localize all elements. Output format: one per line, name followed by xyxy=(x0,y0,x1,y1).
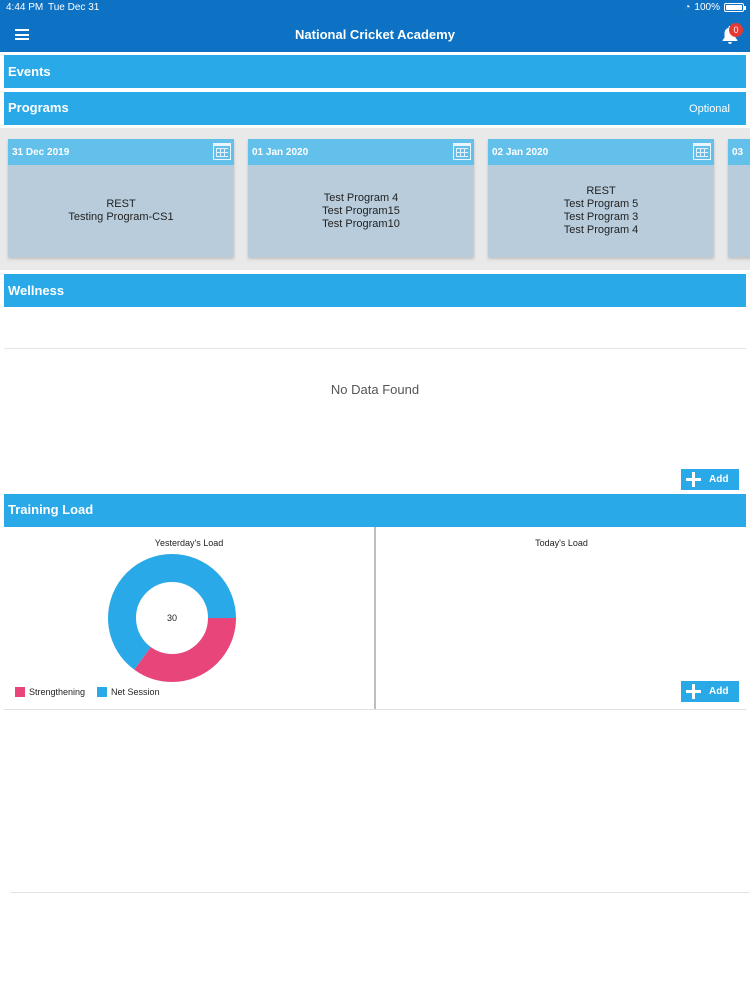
program-items: REST Test Program 5 Test Program 3 Test … xyxy=(488,165,714,257)
programs-carousel[interactable]: 31 Dec 2019 REST Testing Program-CS1 01 … xyxy=(0,128,750,270)
plus-icon xyxy=(686,472,701,487)
program-item: Test Program15 xyxy=(322,204,400,217)
calendar-icon[interactable] xyxy=(453,143,471,160)
yesterday-load-panel: Yesterday's Load 30 Strengthening Net Se… xyxy=(4,527,374,709)
notification-badge: 0 xyxy=(729,23,743,37)
program-item: Test Program 5 xyxy=(563,198,639,210)
program-item: REST xyxy=(106,198,136,210)
training-load-bottom-divider xyxy=(4,709,746,710)
program-card[interactable]: 03 xyxy=(728,139,750,257)
status-right: ◔ 100% xyxy=(684,2,746,13)
program-card-header: 01 Jan 2020 xyxy=(248,139,474,165)
app-title: National Cricket Academy xyxy=(295,27,455,42)
wellness-divider xyxy=(4,348,746,349)
program-items: REST Testing Program-CS1 xyxy=(8,165,234,257)
program-card-header: 03 xyxy=(728,139,750,165)
add-button-label: Add xyxy=(709,686,729,697)
legend-label: Strengthening xyxy=(29,687,86,697)
wellness-content xyxy=(4,310,746,494)
panel-separator xyxy=(374,527,376,709)
plus-icon xyxy=(686,684,701,699)
notification-bell-icon[interactable]: 0 xyxy=(719,23,743,46)
wellness-add-button[interactable]: Add xyxy=(681,469,739,490)
program-items xyxy=(728,165,750,257)
donut-center-value: 30 xyxy=(167,613,177,623)
battery-percent: 100% xyxy=(694,2,720,13)
status-time: 4:44 PM xyxy=(6,2,44,13)
legend-swatch xyxy=(97,687,108,697)
status-bar: 4:44 PM Tue Dec 31 ◔ 100% xyxy=(0,0,750,16)
legend-label: Net Session xyxy=(111,687,160,697)
app-bar: National Cricket Academy 0 xyxy=(0,16,750,52)
wellness-empty-message: No Data Found xyxy=(330,382,420,397)
program-card-header: 31 Dec 2019 xyxy=(8,139,234,165)
wellness-title: Wellness xyxy=(8,283,65,298)
program-item: Test Program 4 xyxy=(563,224,639,236)
legend-item-net-session: Net Session xyxy=(97,687,160,697)
events-title: Events xyxy=(8,64,51,79)
program-date: 03 xyxy=(732,147,744,158)
chart-legend: Strengthening Net Session xyxy=(15,687,160,697)
program-item: REST xyxy=(586,185,616,197)
program-item: Test Program 4 xyxy=(323,191,399,204)
page-bottom-divider xyxy=(10,892,750,893)
events-section-header[interactable]: Events xyxy=(4,55,746,88)
program-date: 31 Dec 2019 xyxy=(12,147,70,158)
program-card[interactable]: 01 Jan 2020 Test Program 4 Test Program1… xyxy=(248,139,474,257)
add-button-label: Add xyxy=(709,474,729,485)
programs-optional-link[interactable]: Optional xyxy=(689,103,730,115)
training-load-title: Training Load xyxy=(8,502,94,517)
yesterday-load-donut-chart: 30 xyxy=(108,554,236,682)
program-date: 01 Jan 2020 xyxy=(252,147,309,158)
programs-title: Programs xyxy=(8,100,69,115)
program-date: 02 Jan 2020 xyxy=(492,147,549,158)
legend-swatch xyxy=(15,687,25,697)
programs-section-header: Programs Optional xyxy=(4,92,746,125)
wellness-section-header: Wellness xyxy=(4,274,746,307)
yesterday-load-title: Yesterday's Load xyxy=(154,538,224,548)
status-date: Tue Dec 31 xyxy=(48,2,100,13)
training-load-add-button[interactable]: Add xyxy=(681,681,739,702)
program-items: Test Program 4 Test Program15 Test Progr… xyxy=(248,165,474,257)
legend-item-strengthening: Strengthening xyxy=(15,687,85,697)
calendar-icon[interactable] xyxy=(693,143,711,160)
training-load-section-header: Training Load xyxy=(4,494,746,527)
calendar-icon[interactable] xyxy=(213,143,231,160)
today-load-title: Today's Load xyxy=(535,538,588,548)
program-card-header: 02 Jan 2020 xyxy=(488,139,714,165)
program-card[interactable]: 02 Jan 2020 REST Test Program 5 Test Pro… xyxy=(488,139,714,257)
program-card[interactable]: 31 Dec 2019 REST Testing Program-CS1 xyxy=(8,139,234,257)
program-item: Test Program10 xyxy=(322,217,400,230)
program-item: Testing Program-CS1 xyxy=(68,211,174,223)
wifi-icon: ◔ xyxy=(684,2,691,13)
battery-icon xyxy=(724,3,746,12)
program-item: Test Program 3 xyxy=(563,211,639,223)
